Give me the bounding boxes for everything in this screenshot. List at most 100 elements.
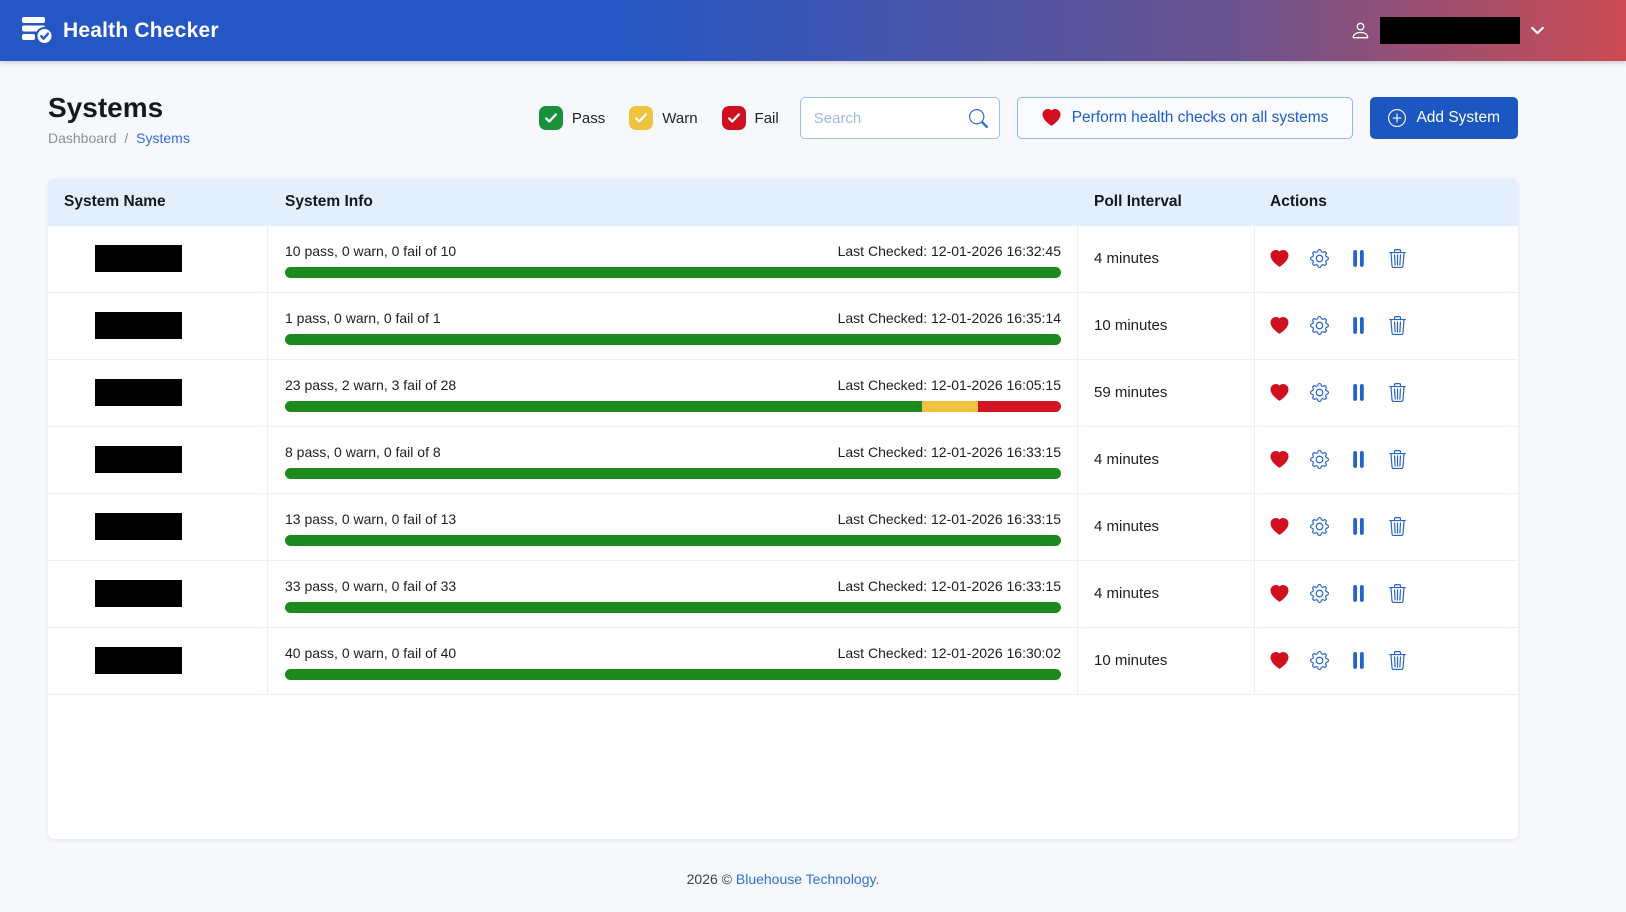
breadcrumb: Dashboard / Systems: [48, 130, 190, 146]
poll-interval: 4 minutes: [1094, 585, 1159, 602]
health-progress-bar: [285, 468, 1061, 479]
poll-interval-cell: 10 minutes: [1078, 293, 1255, 359]
gear-icon: [1310, 651, 1329, 670]
health-check-button[interactable]: [1270, 652, 1289, 670]
health-progress-bar: [285, 267, 1061, 278]
footer-copyright: 2026 ©: [687, 871, 732, 887]
system-summary: 23 pass, 2 warn, 3 fail of 28: [285, 377, 456, 393]
actions-cell: [1255, 427, 1518, 493]
search-icon: [969, 109, 988, 128]
heart-icon: [1270, 317, 1289, 335]
last-checked: Last Checked: 12-01-2026 16:05:15: [838, 377, 1061, 393]
progress-pass-segment: [285, 535, 1061, 546]
progress-pass-segment: [285, 602, 1061, 613]
brand[interactable]: Health Checker: [22, 17, 219, 44]
breadcrumb-separator: /: [124, 130, 128, 146]
heart-icon: [1270, 518, 1289, 536]
last-checked: Last Checked: 12-01-2026 16:33:15: [838, 511, 1061, 527]
poll-interval-cell: 4 minutes: [1078, 427, 1255, 493]
delete-button[interactable]: [1388, 517, 1407, 536]
health-check-button[interactable]: [1270, 250, 1289, 268]
settings-button[interactable]: [1310, 450, 1329, 469]
heart-icon: [1270, 384, 1289, 402]
footer: 2026 © Bluehouse Technology.: [48, 871, 1518, 887]
pause-button[interactable]: [1350, 450, 1367, 469]
delete-button[interactable]: [1388, 316, 1407, 335]
progress-pass-segment: [285, 468, 1061, 479]
redacted-system-name: [95, 513, 182, 540]
last-checked: Last Checked: 12-01-2026 16:30:02: [838, 645, 1061, 661]
progress-pass-segment: [285, 334, 1061, 345]
page-header: Systems Dashboard / Systems Pass: [48, 91, 1518, 146]
delete-button[interactable]: [1388, 249, 1407, 268]
gear-icon: [1310, 584, 1329, 603]
system-summary: 1 pass, 0 warn, 0 fail of 1: [285, 310, 441, 326]
pause-button[interactable]: [1350, 383, 1367, 402]
system-name-cell: [48, 561, 268, 627]
health-checker-logo-icon: [22, 17, 53, 44]
system-info-cell: 13 pass, 0 warn, 0 fail of 13 Last Check…: [268, 494, 1078, 560]
redacted-system-name: [95, 312, 182, 339]
health-check-button[interactable]: [1270, 384, 1289, 402]
system-summary: 40 pass, 0 warn, 0 fail of 40: [285, 645, 456, 661]
settings-button[interactable]: [1310, 651, 1329, 670]
poll-interval-cell: 4 minutes: [1078, 494, 1255, 560]
heart-icon: [1270, 250, 1289, 268]
pause-icon: [1350, 249, 1367, 268]
settings-button[interactable]: [1310, 316, 1329, 335]
pause-icon: [1350, 316, 1367, 335]
delete-button[interactable]: [1388, 584, 1407, 603]
add-system-button[interactable]: Add System: [1370, 97, 1518, 139]
legend-warn-label: Warn: [662, 110, 697, 127]
settings-button[interactable]: [1310, 584, 1329, 603]
pause-icon: [1350, 517, 1367, 536]
health-check-button[interactable]: [1270, 518, 1289, 536]
pass-check-icon[interactable]: [539, 106, 563, 130]
health-progress-bar: [285, 535, 1061, 546]
gear-icon: [1310, 450, 1329, 469]
breadcrumb-systems[interactable]: Systems: [136, 130, 190, 146]
footer-link[interactable]: Bluehouse Technology.: [736, 871, 879, 887]
last-checked: Last Checked: 12-01-2026 16:32:45: [838, 243, 1061, 259]
trash-icon: [1388, 517, 1407, 536]
fail-check-icon[interactable]: [722, 106, 746, 130]
heart-icon: [1270, 652, 1289, 670]
heart-icon: [1270, 451, 1289, 469]
settings-button[interactable]: [1310, 517, 1329, 536]
health-check-button[interactable]: [1270, 317, 1289, 335]
pause-button[interactable]: [1350, 584, 1367, 603]
user-menu[interactable]: [1350, 17, 1546, 44]
pause-icon: [1350, 383, 1367, 402]
pause-button[interactable]: [1350, 517, 1367, 536]
actions-cell: [1255, 360, 1518, 426]
pause-button[interactable]: [1350, 316, 1367, 335]
settings-button[interactable]: [1310, 249, 1329, 268]
progress-pass-segment: [285, 267, 1061, 278]
delete-button[interactable]: [1388, 383, 1407, 402]
chevron-down-icon[interactable]: [1529, 22, 1546, 39]
add-system-label: Add System: [1416, 109, 1500, 127]
table-body: 10 pass, 0 warn, 0 fail of 10 Last Check…: [48, 226, 1518, 695]
health-check-all-button[interactable]: Perform health checks on all systems: [1017, 97, 1354, 139]
heart-icon: [1042, 109, 1061, 127]
table-row: 33 pass, 0 warn, 0 fail of 33 Last Check…: [48, 561, 1518, 628]
breadcrumb-dashboard[interactable]: Dashboard: [48, 130, 117, 146]
health-check-button[interactable]: [1270, 585, 1289, 603]
system-name-cell: [48, 226, 268, 292]
poll-interval-cell: 10 minutes: [1078, 628, 1255, 694]
redacted-system-name: [95, 379, 182, 406]
systems-table: System Name System Info Poll Interval Ac…: [48, 179, 1518, 839]
toolbar: Pass Warn Fail: [539, 97, 1518, 139]
health-progress-bar: [285, 669, 1061, 680]
redacted-user-name: [1380, 17, 1520, 44]
settings-button[interactable]: [1310, 383, 1329, 402]
health-check-button[interactable]: [1270, 451, 1289, 469]
poll-interval: 59 minutes: [1094, 384, 1167, 401]
pause-button[interactable]: [1350, 651, 1367, 670]
last-checked: Last Checked: 12-01-2026 16:35:14: [838, 310, 1061, 326]
pause-button[interactable]: [1350, 249, 1367, 268]
poll-interval: 4 minutes: [1094, 250, 1159, 267]
delete-button[interactable]: [1388, 450, 1407, 469]
delete-button[interactable]: [1388, 651, 1407, 670]
warn-check-icon[interactable]: [629, 106, 653, 130]
